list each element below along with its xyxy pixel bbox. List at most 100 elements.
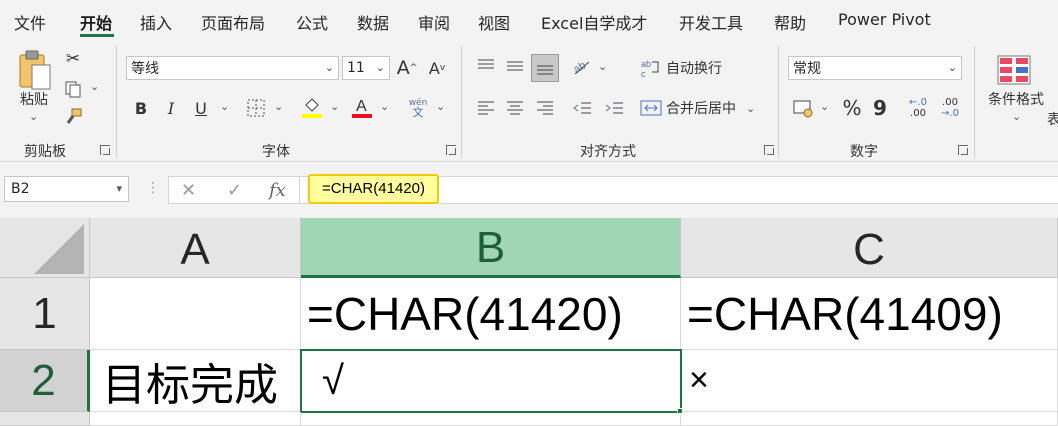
cell-c3[interactable]	[681, 412, 1058, 426]
conditional-formatting-dropdown-icon[interactable]: ⌄	[1012, 110, 1021, 123]
format-painter-button[interactable]	[62, 106, 84, 128]
conditional-formatting-label[interactable]: 条件格式	[984, 90, 1048, 108]
fill-handle[interactable]	[677, 408, 683, 414]
cell-a3[interactable]	[90, 412, 301, 426]
tab-file[interactable]: 文件	[14, 10, 46, 34]
tab-developer[interactable]: 开发工具	[679, 10, 743, 34]
shrink-font-button[interactable]: Av	[426, 56, 448, 80]
wrap-text-icon: abc	[641, 59, 659, 78]
tab-page-layout[interactable]: 页面布局	[201, 10, 265, 34]
cell-c2[interactable]: ×	[681, 350, 1058, 412]
column-header-a[interactable]: A	[90, 218, 301, 278]
name-box[interactable]: B2 ▾	[4, 176, 129, 202]
copy-button[interactable]	[62, 78, 84, 100]
borders-dropdown-icon[interactable]: ⌄	[274, 100, 283, 113]
increase-decimal-button[interactable]: ←.0 .00	[904, 94, 932, 122]
fill-color-dropdown-icon[interactable]: ⌄	[330, 100, 339, 113]
wrap-text-label: 自动换行	[666, 61, 722, 77]
tab-data[interactable]: 数据	[357, 10, 389, 34]
decrease-decimal-button[interactable]: .00 →.0	[936, 94, 964, 122]
tab-excel-learn[interactable]: Excel自学成才	[541, 10, 647, 34]
align-top-button[interactable]	[474, 54, 498, 78]
number-launcher-icon[interactable]	[958, 145, 968, 155]
accounting-dropdown-icon[interactable]: ⌄	[820, 100, 829, 113]
align-left-icon	[478, 101, 494, 115]
svg-text:c: c	[641, 69, 646, 78]
grow-font-button[interactable]: A ^	[396, 56, 418, 80]
scissors-icon: ✂	[65, 49, 81, 69]
alignment-group-label: 对齐方式	[580, 144, 636, 160]
phonetic-bottom: 文	[412, 106, 424, 119]
cut-button[interactable]: ✂	[62, 48, 84, 70]
paste-button[interactable]	[14, 48, 56, 92]
divider	[116, 46, 117, 158]
font-launcher-icon[interactable]	[446, 145, 456, 155]
tab-home[interactable]: 开始	[80, 10, 112, 34]
accounting-format-button[interactable]	[792, 96, 816, 120]
clipboard-group-label: 剪贴板	[24, 144, 66, 160]
row-header-2[interactable]: 2	[0, 350, 90, 412]
underline-button[interactable]: U	[190, 96, 212, 120]
underline-dropdown-icon[interactable]: ⌄	[220, 100, 229, 113]
font-color-button[interactable]: A	[350, 94, 374, 120]
copy-dropdown-icon[interactable]: ⌄	[90, 80, 99, 93]
orientation-dropdown-icon[interactable]: ⌄	[598, 60, 607, 73]
merge-dropdown-icon: ⌄	[746, 101, 756, 115]
cell-a2[interactable]: 目标完成	[90, 350, 301, 412]
decrease-indent-button[interactable]	[570, 96, 594, 120]
align-bottom-button[interactable]	[531, 54, 559, 82]
row-header-3[interactable]	[0, 412, 90, 426]
tab-formulas[interactable]: 公式	[296, 10, 328, 34]
font-name-select[interactable]: 等线 ⌄	[126, 56, 339, 80]
row-header-1[interactable]: 1	[0, 278, 90, 350]
cancel-icon[interactable]: ✕	[181, 180, 196, 201]
align-left-button[interactable]	[474, 96, 498, 120]
number-format-select[interactable]: 常规 ⌄	[788, 56, 962, 80]
bold-button[interactable]: B	[130, 96, 152, 120]
comma-style-button[interactable]: 9	[870, 96, 890, 120]
clipboard-launcher-icon[interactable]	[100, 145, 110, 155]
select-all-button[interactable]	[0, 218, 90, 278]
cell-b1[interactable]: =CHAR(41420)	[301, 278, 681, 350]
chevron-down-icon: ⌄	[324, 61, 334, 74]
drag-handle-icon[interactable]: ⋮	[146, 180, 160, 196]
merge-center-button[interactable]: 合并后居中 ⌄	[640, 96, 765, 120]
cell-a1[interactable]	[90, 278, 301, 350]
italic-button[interactable]: I	[160, 96, 182, 120]
paste-label[interactable]: 粘贴	[16, 90, 52, 108]
cell-c1[interactable]: =CHAR(41409)	[681, 278, 1058, 350]
column-header-c[interactable]: C	[681, 218, 1058, 278]
formula-buttons: ✕ ✓ fx	[168, 176, 300, 204]
wrap-text-button[interactable]: ab c 自动换行	[640, 56, 740, 80]
font-size-select[interactable]: 11 ⌄	[342, 56, 390, 80]
table-format-label-partial[interactable]: 表	[1047, 110, 1058, 128]
tab-help[interactable]: 帮助	[774, 10, 806, 34]
tab-insert[interactable]: 插入	[140, 10, 172, 34]
align-center-button[interactable]	[503, 96, 527, 120]
phonetic-dropdown-icon[interactable]: ⌄	[436, 100, 445, 113]
font-size-value: 11	[347, 60, 365, 76]
copy-icon	[65, 81, 81, 98]
tab-power-pivot[interactable]: Power Pivot	[838, 10, 931, 29]
tab-review[interactable]: 审阅	[418, 10, 450, 34]
cell-b3[interactable]	[301, 412, 681, 426]
align-right-button[interactable]	[533, 96, 557, 120]
phonetic-button[interactable]: wén 文	[404, 94, 432, 122]
paste-dropdown-icon[interactable]: ⌄	[29, 110, 38, 123]
borders-button[interactable]	[244, 96, 268, 120]
increase-indent-button[interactable]	[602, 96, 626, 120]
tab-view[interactable]: 视图	[478, 10, 510, 34]
insert-function-icon[interactable]: fx	[269, 180, 286, 201]
conditional-formatting-button[interactable]	[994, 50, 1034, 90]
font-color-dropdown-icon[interactable]: ⌄	[380, 100, 389, 113]
font-group-label: 字体	[262, 144, 290, 160]
column-header-b[interactable]: B	[301, 218, 681, 278]
formula-text[interactable]: =CHAR(41420)	[308, 174, 439, 204]
percent-button[interactable]: %	[840, 96, 864, 120]
fill-color-button[interactable]	[300, 94, 324, 120]
align-middle-button[interactable]	[503, 54, 527, 78]
enter-icon[interactable]: ✓	[227, 180, 242, 201]
cell-b2[interactable]: √	[300, 349, 682, 413]
orientation-button[interactable]: ab	[570, 54, 594, 78]
alignment-launcher-icon[interactable]	[764, 145, 774, 155]
